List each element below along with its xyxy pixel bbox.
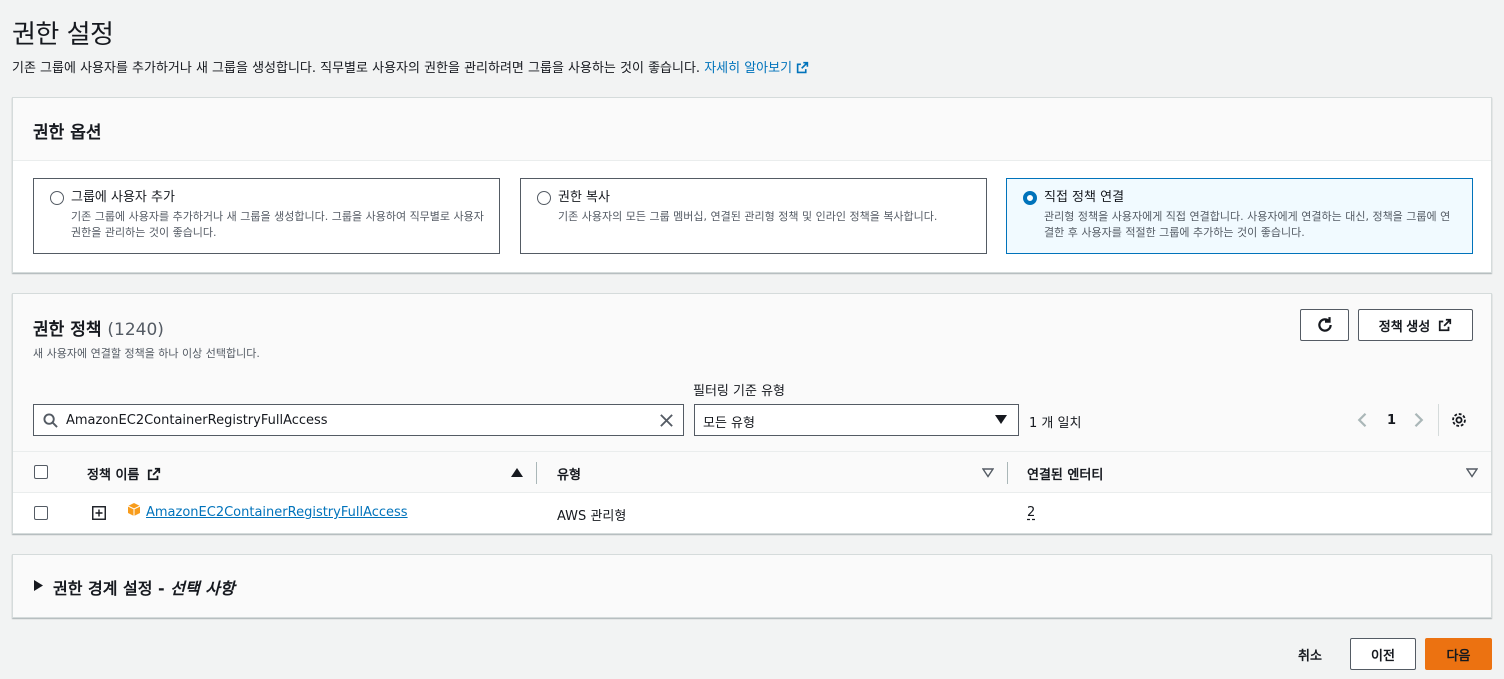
- radio-copy-permissions[interactable]: [537, 191, 551, 205]
- create-policy-label: 정책 생성: [1378, 318, 1431, 334]
- permission-options-panel: 권한 옵션 그룹에 사용자 추가 기존 그룹에 사용자를 추가하거나 새 그룹을…: [12, 97, 1492, 273]
- permission-policies-title: 권한 정책 (1240): [33, 315, 164, 340]
- permission-options-title: 권한 옵션: [33, 123, 102, 143]
- settings-gear-icon[interactable]: [1450, 411, 1468, 429]
- chevron-right-icon[interactable]: [1408, 410, 1428, 430]
- filter-type-select[interactable]: 모든 유형: [694, 404, 1019, 436]
- row-checkbox[interactable]: [34, 506, 48, 520]
- option-copy-permissions-title: 권한 복사: [558, 190, 610, 205]
- learn-more-label: 자세히 알아보기: [704, 61, 793, 76]
- permission-boundary-title-text: 권한 경계 설정 -: [53, 579, 171, 598]
- option-attach-policies-desc: 관리형 정책을 사용자에게 직접 연결합니다. 사용자에게 연결하는 대신, 정…: [1044, 210, 1451, 239]
- caret-right-icon[interactable]: [34, 580, 43, 591]
- radio-attach-policies[interactable]: [1023, 191, 1037, 205]
- search-query: AmazonEC2ContainerRegistryFullAccess: [66, 413, 328, 428]
- page-description: 기존 그룹에 사용자를 추가하거나 새 그룹을 생성합니다. 직무별로 사용자의…: [12, 57, 809, 76]
- external-link-icon: [1439, 318, 1452, 332]
- sort-icon[interactable]: [982, 468, 994, 478]
- refresh-icon: [1317, 317, 1332, 332]
- page-number[interactable]: 1: [1387, 413, 1396, 428]
- option-copy-permissions-desc: 기존 사용자의 모든 그룹 멤버십, 연결된 관리형 정책 및 인라인 정책을 …: [558, 210, 938, 223]
- search-icon: [43, 413, 58, 428]
- permission-boundary-optional: 선택 사항: [170, 579, 235, 598]
- clear-icon[interactable]: [659, 413, 674, 428]
- external-link-icon: [796, 61, 809, 74]
- expand-icon[interactable]: [92, 506, 106, 520]
- table-header: 정책 이름 유형 연결된 엔터티: [13, 451, 1491, 493]
- radio-add-to-group[interactable]: [50, 191, 64, 205]
- option-attach-policies[interactable]: 직접 정책 연결 관리형 정책을 사용자에게 직접 연결합니다. 사용자에게 연…: [1006, 178, 1473, 254]
- permission-options-header: 권한 옵션: [13, 98, 1491, 161]
- column-policy-name[interactable]: 정책 이름: [87, 464, 161, 483]
- column-policy-name-label: 정책 이름: [87, 468, 140, 483]
- policies-title-text: 권한 정책: [33, 320, 102, 340]
- column-separator: [1007, 462, 1008, 484]
- policies-count: (1240): [107, 320, 164, 340]
- sort-icon[interactable]: [1466, 468, 1478, 478]
- sort-ascending-icon[interactable]: [511, 468, 523, 478]
- policy-name-link[interactable]: AmazonEC2ContainerRegistryFullAccess: [146, 505, 408, 520]
- chevron-left-icon[interactable]: [1353, 410, 1373, 430]
- attached-entities-count[interactable]: 2: [1027, 505, 1035, 520]
- column-separator: [536, 462, 537, 484]
- select-all-checkbox[interactable]: [34, 465, 48, 479]
- table-row[interactable]: AmazonEC2ContainerRegistryFullAccess AWS…: [13, 493, 1491, 533]
- learn-more-link[interactable]: 자세히 알아보기: [704, 61, 809, 76]
- external-link-icon: [147, 467, 161, 481]
- next-button[interactable]: 다음: [1425, 638, 1492, 670]
- create-policy-button[interactable]: 정책 생성: [1358, 309, 1473, 341]
- page-description-text: 기존 그룹에 사용자를 추가하거나 새 그룹을 생성합니다. 직무별로 사용자의…: [12, 61, 701, 76]
- policies-subtitle: 새 사용자에 연결할 정책을 하나 이상 선택합니다.: [33, 347, 260, 360]
- aws-managed-policy-icon: [127, 503, 141, 516]
- option-attach-policies-title: 직접 정책 연결: [1044, 190, 1125, 205]
- policy-search-input[interactable]: AmazonEC2ContainerRegistryFullAccess: [33, 404, 684, 436]
- option-add-to-group[interactable]: 그룹에 사용자 추가 기존 그룹에 사용자를 추가하거나 새 그룹을 생성합니다…: [33, 178, 500, 254]
- permission-boundary-title: 권한 경계 설정 - 선택 사항: [53, 575, 235, 599]
- page-title: 권한 설정: [12, 20, 114, 50]
- option-add-to-group-title: 그룹에 사용자 추가: [71, 190, 175, 205]
- cancel-button[interactable]: 취소: [1290, 638, 1330, 670]
- filter-type-label: 필터링 기준 유형: [693, 384, 785, 399]
- previous-button[interactable]: 이전: [1350, 638, 1416, 670]
- filter-type-value: 모든 유형: [703, 416, 755, 431]
- match-count: 1 개 일치: [1029, 416, 1082, 431]
- option-add-to-group-desc: 기존 그룹에 사용자를 추가하거나 새 그룹을 생성합니다. 그룹을 사용하여 …: [71, 210, 484, 239]
- permission-policies-header: 권한 정책 (1240) 새 사용자에 연결할 정책을 하나 이상 선택합니다.…: [13, 294, 1491, 451]
- permission-policies-panel: 권한 정책 (1240) 새 사용자에 연결할 정책을 하나 이상 선택합니다.…: [12, 293, 1492, 534]
- refresh-button[interactable]: [1300, 309, 1349, 341]
- column-attached-entities[interactable]: 연결된 엔터티: [1027, 464, 1103, 483]
- permission-boundary-panel[interactable]: 권한 경계 설정 - 선택 사항: [12, 554, 1492, 618]
- column-type[interactable]: 유형: [557, 464, 581, 483]
- pager-divider: [1438, 404, 1439, 436]
- caret-down-icon: [995, 415, 1007, 424]
- option-copy-permissions[interactable]: 권한 복사 기존 사용자의 모든 그룹 멤버십, 연결된 관리형 정책 및 인라…: [520, 178, 987, 254]
- pagination: 1: [1353, 404, 1428, 436]
- policy-type: AWS 관리형: [557, 509, 627, 524]
